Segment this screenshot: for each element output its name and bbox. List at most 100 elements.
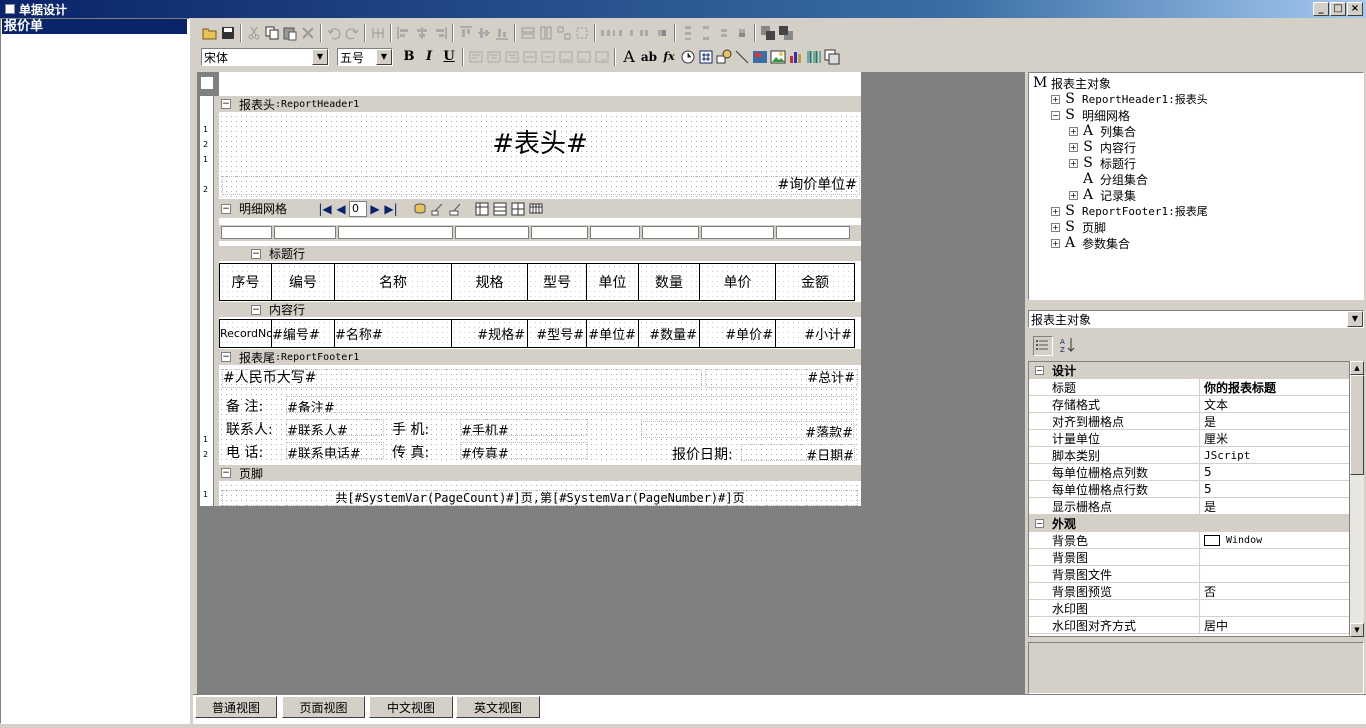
property-category[interactable]: − 设计 [1029, 362, 1349, 379]
chevron-down-icon[interactable]: ▼ [312, 49, 328, 65]
expand-icon[interactable]: + [1051, 94, 1060, 104]
redo-icon[interactable] [344, 25, 360, 41]
bold-button[interactable]: B [399, 48, 419, 66]
scroll-up-icon[interactable]: ▲ [1350, 361, 1364, 375]
align-right-icon[interactable] [432, 25, 448, 41]
content-cell[interactable]: #规格# [452, 320, 528, 347]
phone-field[interactable]: #联系电话# [286, 442, 384, 459]
mobile-field[interactable]: #手机# [460, 419, 588, 436]
delete-icon[interactable] [300, 25, 316, 41]
underline-button[interactable]: U [439, 48, 459, 66]
same-height-icon[interactable] [538, 25, 554, 41]
document-tree[interactable] [0, 18, 190, 724]
object-tree-node[interactable]: + S ReportFooter1:报表尾 [1029, 203, 1363, 219]
italic-button[interactable]: I [419, 48, 439, 66]
v-space-dec-icon[interactable] [716, 25, 732, 41]
property-row[interactable]: 标题 你的报表标题 [1029, 379, 1349, 396]
collapse-icon[interactable]: − [221, 99, 231, 109]
object-tree-node[interactable]: + A 参数集合 [1029, 235, 1363, 251]
grid-snap-icon[interactable] [370, 25, 386, 41]
expand-icon[interactable]: + [1069, 142, 1078, 152]
sql-icon[interactable] [412, 201, 428, 217]
date-field[interactable]: #日期# [741, 444, 855, 461]
send-back-icon[interactable] [778, 25, 794, 41]
bring-front-icon[interactable] [760, 25, 776, 41]
first-record-icon[interactable]: |◀ [317, 202, 333, 216]
property-value[interactable]: 文本 [1200, 396, 1349, 412]
object-tree-node[interactable]: M 报表主对象 [1029, 75, 1363, 91]
column-header-cell[interactable]: 单价 [700, 264, 776, 300]
property-value[interactable]: JScript [1200, 447, 1349, 463]
property-row[interactable]: 水印图 [1029, 600, 1349, 617]
collapse-icon[interactable]: − [251, 304, 261, 315]
collapse-icon[interactable]: − [1035, 366, 1044, 375]
property-value[interactable]: 是 [1200, 498, 1349, 514]
column-header-cell[interactable]: 数量 [639, 264, 700, 300]
text-align-1-icon[interactable] [468, 49, 484, 65]
band-content-row[interactable]: − 内容行 [219, 302, 861, 318]
grid-layout-4-icon[interactable] [528, 201, 544, 217]
content-cell[interactable]: #编号# [272, 320, 335, 347]
fax-field[interactable]: #传真# [460, 442, 588, 459]
align-middle-icon[interactable] [476, 25, 492, 41]
v-space-remove-icon[interactable] [734, 25, 750, 41]
align-center-icon[interactable] [414, 25, 430, 41]
sort-az-icon[interactable]: AZ [1059, 336, 1079, 356]
text-align-4-icon[interactable] [522, 49, 538, 65]
object-tree[interactable]: M 报表主对象 + S ReportHeader1:报表头 − S 明细网格 + A 列集合 + S 内容… [1028, 72, 1364, 300]
column-header-cell[interactable]: 型号 [528, 264, 587, 300]
record-number-input[interactable]: 0 [349, 200, 368, 217]
band-report-footer[interactable]: − 报表尾 :ReportFooter1 [219, 349, 861, 366]
band-report-header[interactable]: − 报表头 :ReportHeader1 [219, 96, 861, 113]
property-row[interactable]: 显示栅格点是 [1029, 498, 1349, 515]
property-value[interactable]: 居中 [1200, 617, 1349, 633]
paste-icon[interactable] [282, 25, 298, 41]
property-category[interactable]: − 外观 [1029, 515, 1349, 532]
property-row[interactable]: 脚本类别 JScript [1029, 447, 1349, 464]
formula-tool[interactable]: fx [659, 48, 679, 66]
column-header-cell[interactable]: 金额 [776, 264, 855, 300]
align-bottom-icon[interactable] [494, 25, 510, 41]
expand-icon[interactable]: + [1069, 126, 1078, 136]
property-value[interactable] [1200, 549, 1349, 565]
clock-icon[interactable] [680, 49, 696, 65]
scroll-down-icon[interactable]: ▼ [1350, 623, 1364, 637]
object-tree-node[interactable]: + S 内容行 [1029, 139, 1363, 155]
image-icon[interactable] [770, 49, 786, 65]
tab-normal-view[interactable]: 普通视图 [195, 696, 277, 718]
chevron-down-icon[interactable]: ▼ [1347, 311, 1363, 327]
property-value[interactable]: 厘米 [1200, 430, 1349, 446]
undo-icon[interactable] [326, 25, 342, 41]
object-tree-node[interactable]: + S 页脚 [1029, 219, 1363, 235]
scroll-thumb[interactable] [1350, 375, 1364, 475]
content-cell[interactable]: #小计# [776, 320, 855, 347]
property-value[interactable]: 你的报表标题 [1200, 379, 1349, 395]
property-row[interactable]: 对齐到栅格点是 [1029, 413, 1349, 430]
content-cell[interactable]: #数量# [639, 320, 700, 347]
tab-page-view[interactable]: 页面视图 [282, 696, 365, 718]
property-row[interactable]: 每单位栅格点列数 5 [1029, 464, 1349, 481]
property-row[interactable]: 存储格式 文本 [1029, 396, 1349, 413]
signature-field[interactable]: #落款# [641, 421, 854, 438]
property-value[interactable] [1200, 566, 1349, 582]
same-size-icon[interactable] [556, 25, 572, 41]
band-detail-grid[interactable]: − 明细网格 |◀ ◀ 0 ▶ ▶| [219, 199, 861, 219]
align-left-icon[interactable] [396, 25, 412, 41]
align-top-icon[interactable] [458, 25, 474, 41]
column-header-cell[interactable]: 编号 [272, 264, 335, 300]
column-list-icon[interactable] [448, 201, 464, 217]
minimize-button[interactable]: _ [1313, 2, 1329, 16]
picture-icon[interactable] [752, 49, 768, 65]
content-cell[interactable]: #名称# [335, 320, 452, 347]
grid-layout-3-icon[interactable] [510, 201, 526, 217]
categorized-icon[interactable] [1033, 336, 1053, 356]
collapse-icon[interactable]: − [1051, 110, 1060, 120]
remark-field[interactable]: #备注# [286, 396, 854, 413]
line-icon[interactable] [734, 49, 750, 65]
text-align-5-icon[interactable] [540, 49, 556, 65]
content-cell[interactable]: #单价# [700, 320, 776, 347]
object-select[interactable]: 报表主对象 ▼ [1028, 310, 1364, 328]
field-list-icon[interactable] [430, 201, 446, 217]
h-space-inc-icon[interactable] [618, 25, 634, 41]
maximize-button[interactable]: □ [1330, 2, 1346, 16]
